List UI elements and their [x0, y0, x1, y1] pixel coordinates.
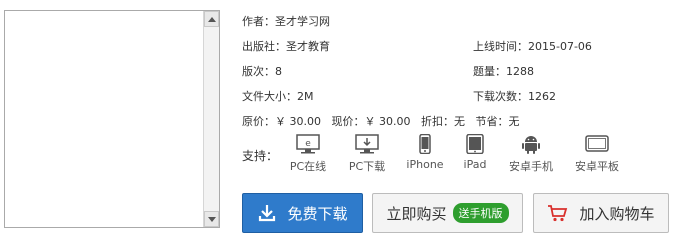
- platform-label: PC在线: [289, 160, 327, 173]
- android-icon: [522, 136, 540, 154]
- scroll-down-button[interactable]: [204, 211, 219, 227]
- original-price-value: ￥ 30.00: [275, 115, 321, 128]
- platform-pc-online: e PC在线: [278, 134, 338, 174]
- downloads-row: 下载次数：1262: [473, 88, 556, 104]
- file-size-row: 文件大小：2M: [242, 88, 314, 104]
- platform-android-phone: 安卓手机: [501, 134, 561, 174]
- ipad-icon: [466, 134, 484, 154]
- pc-online-icon: e: [296, 134, 320, 154]
- savings-label: 节省：: [475, 115, 509, 128]
- edition-value: 8: [275, 65, 282, 78]
- author-label: 作者：: [242, 15, 275, 28]
- android-tablet-icon: [585, 135, 609, 152]
- discount-value: 无: [454, 115, 465, 128]
- discount-label: 折扣：: [421, 115, 454, 128]
- iphone-icon: [419, 134, 431, 154]
- support-label: 支持：: [242, 149, 279, 163]
- price-row: 原价：￥ 30.00 现价：￥ 30.00 折扣：无 节省：无: [242, 113, 520, 129]
- file-size-value: 2M: [297, 90, 314, 103]
- svg-text:e: e: [305, 139, 311, 149]
- question-count-row: 题量：1288: [473, 63, 534, 79]
- platform-android-tablet: 安卓平板: [567, 134, 627, 174]
- platform-ipad: iPad: [445, 134, 505, 171]
- author-row: 作者：圣才学习网: [242, 13, 330, 29]
- current-price-value: ￥ 30.00: [364, 115, 411, 128]
- edition-label: 版次：: [242, 65, 275, 78]
- mobile-bonus-badge: 送手机版: [452, 203, 509, 223]
- platform-label: PC下载: [348, 160, 386, 173]
- vertical-scrollbar[interactable]: [203, 11, 219, 227]
- platform-label: iPad: [463, 158, 487, 171]
- buy-now-label: 立即购买: [386, 204, 447, 223]
- description-box[interactable]: [4, 10, 220, 228]
- edition-row: 版次：8: [242, 63, 282, 79]
- current-price-label: 现价：: [331, 115, 365, 128]
- pc-download-icon: [355, 134, 379, 154]
- arrow-down-icon: [207, 216, 216, 222]
- online-time-row: 上线时间：2015-07-06: [473, 38, 592, 54]
- online-time-value: 2015-07-06: [528, 40, 592, 53]
- savings-value: 无: [508, 115, 520, 128]
- platform-pc-download: PC下载: [337, 134, 397, 174]
- free-download-button[interactable]: 免费下载: [242, 193, 363, 233]
- downloads-value: 1262: [528, 90, 556, 103]
- platform-label: 安卓手机: [509, 160, 553, 173]
- cart-icon: [548, 205, 568, 222]
- question-count-value: 1288: [506, 65, 534, 78]
- online-time-label: 上线时间：: [473, 40, 528, 53]
- publisher-value: 圣才教育: [286, 40, 330, 53]
- arrow-up-icon: [207, 16, 216, 22]
- download-icon: [259, 205, 276, 222]
- add-to-cart-button[interactable]: 加入购物车: [533, 193, 669, 233]
- original-price-label: 原价：: [242, 115, 275, 128]
- free-download-label: 免费下载: [287, 204, 348, 223]
- publisher-row: 出版社：圣才教育: [242, 38, 330, 54]
- scroll-up-button[interactable]: [204, 11, 219, 27]
- add-to-cart-label: 加入购物车: [579, 204, 655, 223]
- author-value: 圣才学习网: [275, 15, 330, 28]
- question-count-label: 题量：: [473, 65, 506, 78]
- downloads-label: 下载次数：: [473, 90, 528, 103]
- platform-label: iPhone: [406, 158, 444, 171]
- platform-label: 安卓平板: [575, 160, 619, 173]
- publisher-label: 出版社：: [242, 40, 286, 53]
- buy-now-button[interactable]: 立即购买 送手机版: [372, 193, 523, 233]
- file-size-label: 文件大小：: [242, 90, 297, 103]
